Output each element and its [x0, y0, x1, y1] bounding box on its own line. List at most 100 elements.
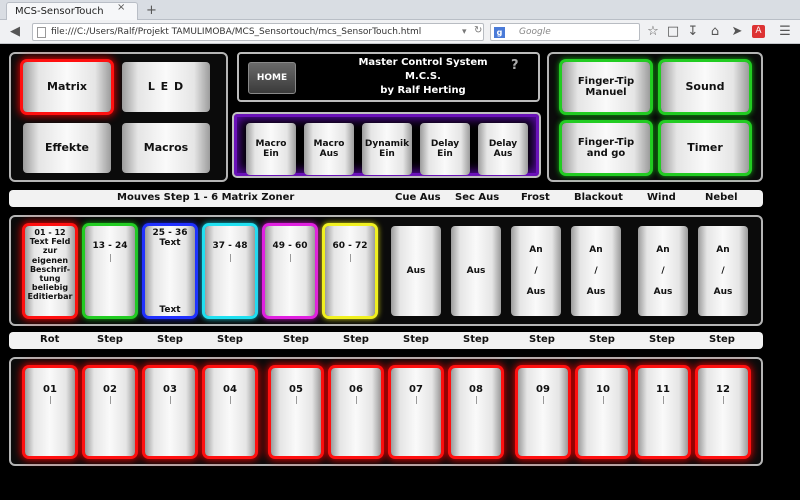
step-divider-line: [110, 396, 111, 404]
macro-ein-button[interactable]: Macro Ein: [246, 123, 296, 175]
browser-tab-bar: MCS-SensorTouch × +: [0, 0, 800, 20]
frost-toggle-button[interactable]: An / Aus: [511, 226, 561, 316]
effekte-button[interactable]: Effekte: [23, 123, 111, 173]
step-panel: 01 02 03 04 05 06 07 08 09 10 11 12: [9, 357, 763, 466]
finger-tip-and-go-button[interactable]: Finger-Tip and go: [562, 123, 650, 173]
download-icon[interactable]: ↧: [684, 23, 702, 41]
nebel-label: Nebel: [705, 192, 738, 203]
sec-aus-button[interactable]: Aus: [451, 226, 501, 316]
step-11-button[interactable]: 11: [638, 368, 688, 456]
cue-aus-button[interactable]: Aus: [391, 226, 441, 316]
timer-button[interactable]: Timer: [661, 123, 749, 173]
step-07-button[interactable]: 07: [391, 368, 441, 456]
step-divider-line: [416, 396, 417, 404]
sec-aus-label: Sec Aus: [455, 192, 500, 203]
right-menu-panel: Finger-Tip Manuel Sound Finger-Tip and g…: [547, 52, 763, 182]
step-03-label: 03: [163, 384, 177, 395]
blackout-toggle-button[interactable]: An / Aus: [571, 226, 621, 316]
search-placeholder: Google: [519, 27, 551, 37]
led-button[interactable]: L E D: [122, 62, 210, 112]
zone-panel: 01 - 12 Text Feld zur eigenen Beschrif- …: [9, 215, 763, 326]
zone-divider-line: [290, 254, 291, 262]
home-icon[interactable]: ⌂: [706, 23, 724, 41]
browser-nav-bar: ◀ file:///C:/Users/Ralf/Projekt TAMULIMO…: [0, 20, 800, 44]
left-menu-panel: Matrix L E D Effekte Macros: [9, 52, 228, 182]
macro-aus-button[interactable]: Macro Aus: [304, 123, 354, 175]
step-divider-line: [476, 396, 477, 404]
tab-close-icon[interactable]: ×: [117, 2, 125, 13]
macro-panel: Macro Ein Macro Aus Dynamik Ein Delay Ei…: [232, 112, 541, 178]
home-button[interactable]: HOME: [248, 62, 296, 94]
step-03-button[interactable]: 03: [145, 368, 195, 456]
wind-label: Wind: [647, 192, 676, 203]
step-06-button[interactable]: 06: [331, 368, 381, 456]
title-line-3: by Ralf Herting: [380, 85, 466, 96]
step-label: Step: [343, 334, 369, 345]
step-label: Step: [283, 334, 309, 345]
title-line-2: M.C.S.: [405, 71, 441, 82]
step-11-label: 11: [656, 384, 670, 395]
page-icon: [37, 27, 46, 38]
zone-25-36-sublabel: Text: [159, 305, 181, 315]
finger-tip-manuel-button[interactable]: Finger-Tip Manuel: [562, 62, 650, 112]
step-01-button[interactable]: 01: [25, 368, 75, 456]
search-input[interactable]: g Google: [490, 23, 640, 41]
url-bar[interactable]: file:///C:/Users/Ralf/Projekt TAMULIMOBA…: [32, 23, 484, 41]
zone-60-72-button[interactable]: 60 - 72: [325, 226, 375, 316]
zone-25-36-button[interactable]: 25 - 36 Text Text: [145, 226, 195, 316]
step-06-label: 06: [349, 384, 363, 395]
zone-49-60-button[interactable]: 49 - 60: [265, 226, 315, 316]
step-10-label: 10: [596, 384, 610, 395]
clipboard-icon[interactable]: □: [664, 23, 682, 41]
title-line-1: Master Control System: [358, 57, 488, 68]
sound-button[interactable]: Sound: [661, 62, 749, 112]
step-09-button[interactable]: 09: [518, 368, 568, 456]
step-divider-line: [296, 396, 297, 404]
zone-37-48-button[interactable]: 37 - 48: [205, 226, 255, 316]
nebel-toggle-button[interactable]: An / Aus: [698, 226, 748, 316]
step-05-button[interactable]: 05: [271, 368, 321, 456]
cue-aus-label: Cue Aus: [395, 192, 441, 203]
dynamik-ein-button[interactable]: Dynamik Ein: [362, 123, 412, 175]
step-04-button[interactable]: 04: [205, 368, 255, 456]
zone-25-36-label: 25 - 36 Text: [152, 228, 188, 249]
zone-divider-line: [110, 254, 111, 262]
delay-ein-button[interactable]: Delay Ein: [420, 123, 470, 175]
frost-label: Frost: [521, 192, 550, 203]
send-icon[interactable]: ➤: [728, 23, 746, 41]
step-divider-line: [230, 396, 231, 404]
title-box: HOME Master Control System M.C.S. by Ral…: [237, 52, 540, 102]
url-text: file:///C:/Users/Ralf/Projekt TAMULIMOBA…: [51, 27, 422, 37]
addon-icon[interactable]: A: [752, 25, 765, 38]
function-label-bar: Mouves Step 1 - 6 Matrix Zoner Cue Aus S…: [9, 190, 763, 207]
step-label: Step: [589, 334, 615, 345]
macros-button[interactable]: Macros: [122, 123, 210, 173]
google-icon: g: [494, 27, 505, 38]
back-arrow-icon[interactable]: ◀: [6, 23, 24, 41]
step-12-button[interactable]: 12: [698, 368, 748, 456]
zone-37-48-label: 37 - 48: [212, 241, 248, 251]
zone-13-24-button[interactable]: 13 - 24: [85, 226, 135, 316]
step-label: Step: [157, 334, 183, 345]
wind-toggle-button[interactable]: An / Aus: [638, 226, 688, 316]
step-label-bar: Rot Step Step Step Step Step Step Step S…: [9, 332, 763, 349]
dropdown-icon[interactable]: ▾: [462, 27, 467, 37]
step-08-label: 08: [469, 384, 483, 395]
step-label: Step: [649, 334, 675, 345]
blackout-label: Blackout: [574, 192, 623, 203]
bookmark-star-icon[interactable]: ☆: [644, 23, 662, 41]
reload-icon[interactable]: ↻: [474, 25, 482, 36]
step-divider-line: [170, 396, 171, 404]
help-icon[interactable]: ?: [511, 58, 519, 73]
matrix-button[interactable]: Matrix: [23, 62, 111, 112]
step-label: Step: [463, 334, 489, 345]
step-02-label: 02: [103, 384, 117, 395]
step-08-button[interactable]: 08: [451, 368, 501, 456]
menu-icon[interactable]: ☰: [776, 23, 794, 41]
step-02-button[interactable]: 02: [85, 368, 135, 456]
delay-aus-button[interactable]: Delay Aus: [478, 123, 528, 175]
step-divider-line: [356, 396, 357, 404]
new-tab-button[interactable]: +: [146, 3, 157, 18]
step-10-button[interactable]: 10: [578, 368, 628, 456]
zone-01-12-button[interactable]: 01 - 12 Text Feld zur eigenen Beschrif- …: [25, 226, 75, 316]
